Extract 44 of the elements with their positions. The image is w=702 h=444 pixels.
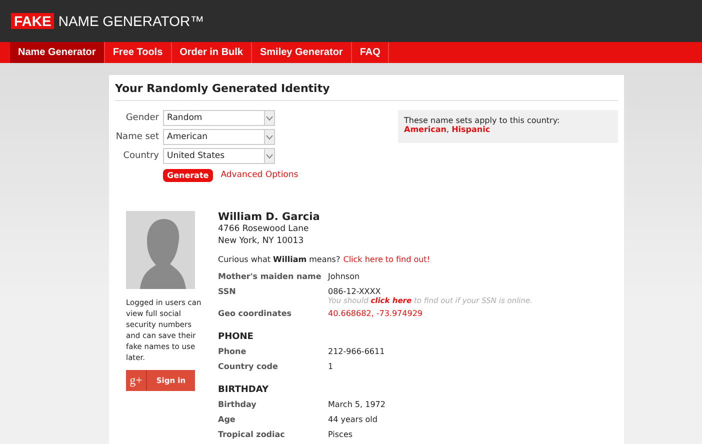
detail-label: Birthday	[218, 400, 258, 411]
logo-badge[interactable]: FAKE	[11, 13, 54, 29]
nav-tab[interactable]: Smiley Generator	[252, 42, 352, 63]
nav-tab[interactable]: Order in Bulk	[172, 42, 252, 63]
info-text: These name sets apply to this country:	[404, 116, 561, 125]
name-meaning-link[interactable]: Click here to find out!	[343, 255, 430, 264]
card-title: Your Randomly Generated Identity	[115, 82, 618, 101]
name-sets-list[interactable]: American, Hispanic	[404, 125, 612, 134]
nav-tab[interactable]: Name Generator	[10, 42, 105, 63]
address-line: 4766 Rosewood Lane	[218, 223, 310, 235]
person-name: William D. Garcia	[218, 211, 321, 223]
nav-tab[interactable]: Free Tools	[104, 42, 172, 63]
detail-link[interactable]: 40.668682, -73.974929	[328, 309, 422, 318]
detail-label: Phone	[218, 347, 248, 358]
nav-tab[interactable]: FAQ	[352, 42, 390, 63]
detail-value: 1	[328, 362, 334, 371]
dropdown-field[interactable]: United States	[163, 148, 275, 164]
caret-icon	[266, 116, 273, 120]
detail-value: 212-966-6611	[328, 347, 385, 356]
generate-button[interactable]: Generate	[163, 169, 213, 182]
caret-icon	[266, 134, 273, 140]
section-heading: PHONE	[218, 332, 254, 342]
detail-value: Johnson	[328, 272, 360, 281]
advanced-options-link[interactable]: Advanced Options	[220, 170, 298, 180]
dropdown-field[interactable]: Random	[163, 110, 275, 126]
detail-label: Age	[218, 415, 236, 426]
detail-label: Mother's maiden name	[218, 272, 322, 283]
detail-value: Pisces	[328, 430, 353, 439]
detail-label: Geo coordinates	[218, 309, 293, 320]
field-label: Country	[122, 151, 159, 161]
detail-value: 086-12-XXXX	[328, 287, 382, 296]
address-line: New York, NY 10013	[218, 235, 305, 247]
caret-icon	[266, 154, 273, 158]
detail-label: Country code	[218, 362, 279, 373]
field-label: Name set	[115, 132, 159, 142]
detail-label: SSN	[218, 287, 237, 298]
detail-value: March 5, 1972	[328, 400, 386, 409]
dropdown-field[interactable]: American	[163, 129, 275, 145]
detail-value: 44 years old	[328, 415, 378, 424]
field-label: Gender	[124, 113, 159, 123]
section-heading: BIRTHDAY	[218, 385, 270, 395]
logo-text[interactable]: NAME GENERATOR™	[58, 13, 204, 29]
curious-text: Curious what William means?	[218, 255, 340, 264]
detail-label: Tropical zodiac	[218, 430, 286, 441]
